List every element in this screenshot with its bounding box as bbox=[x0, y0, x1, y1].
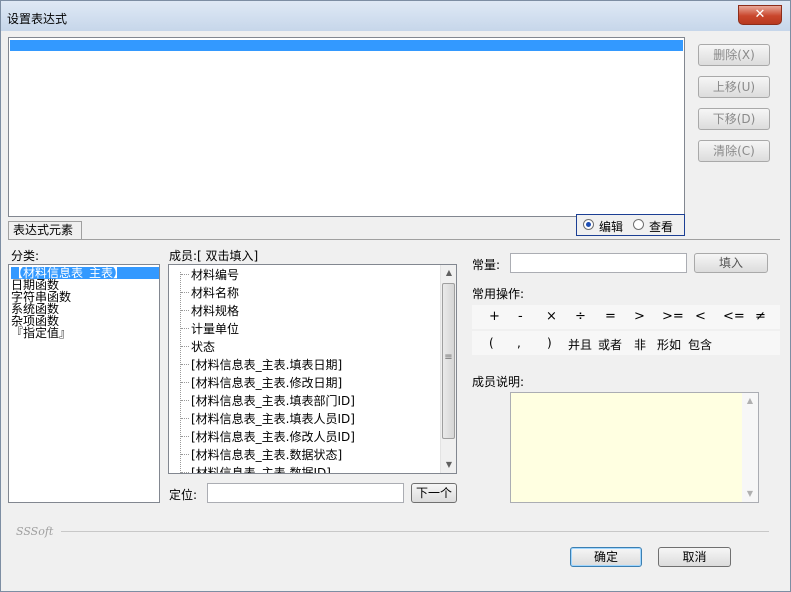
tree-connector bbox=[181, 346, 189, 347]
tree-connector bbox=[181, 328, 189, 329]
clear-button[interactable]: 清除(C) bbox=[698, 140, 770, 162]
title-bar[interactable]: 设置表达式 ✕ bbox=[1, 1, 790, 31]
op-not-equal[interactable]: ≠ bbox=[755, 309, 766, 324]
op-greater[interactable]: > bbox=[634, 309, 645, 324]
mode-group: 编辑 查看 bbox=[576, 214, 685, 236]
tree-connector bbox=[181, 418, 189, 419]
delete-button[interactable]: 删除(X) bbox=[698, 44, 770, 66]
constant-label: 常量: bbox=[472, 258, 501, 272]
scroll-thumb[interactable]: ≡ bbox=[442, 283, 455, 439]
member-item[interactable]: [材料信息表_主表.数据状态] bbox=[191, 446, 342, 463]
member-item[interactable]: [材料信息表_主表.数据ID] bbox=[191, 464, 331, 473]
edit-radio[interactable] bbox=[583, 219, 594, 230]
op-left-paren[interactable]: ( bbox=[489, 336, 494, 350]
op-like[interactable]: 形如 bbox=[657, 336, 681, 353]
op-not[interactable]: 非 bbox=[634, 336, 646, 353]
member-item[interactable]: [材料信息表_主表.填表人员ID] bbox=[191, 410, 355, 427]
description-scrollbar[interactable]: ▲ ▼ bbox=[742, 393, 758, 502]
op-minus[interactable]: - bbox=[518, 309, 523, 324]
member-scrollbar[interactable]: ▲ ≡ ▼ bbox=[440, 265, 456, 473]
tree-connector bbox=[181, 472, 189, 473]
category-list[interactable]: 【材料信息表_主表】 日期函数 字符串函数 系统函数 杂项函数 『指定值』 bbox=[8, 264, 160, 503]
tree-connector bbox=[181, 454, 189, 455]
scroll-down-icon[interactable]: ▼ bbox=[441, 457, 456, 473]
close-button[interactable]: ✕ bbox=[738, 5, 782, 25]
operators-row-2: ( , ) 并且 或者 非 形如 包含 bbox=[472, 331, 780, 355]
op-less[interactable]: < bbox=[695, 309, 706, 324]
operators-row-1: + - × ÷ = > >= < <= ≠ bbox=[472, 305, 780, 329]
expression-selected-line[interactable] bbox=[10, 40, 683, 51]
tree-connector bbox=[181, 382, 189, 383]
member-item[interactable]: 状态 bbox=[191, 338, 215, 355]
operations-label: 常用操作: bbox=[472, 287, 525, 301]
next-button[interactable]: 下一个 bbox=[411, 483, 457, 503]
brand-label: SSSoft bbox=[16, 525, 54, 538]
move-up-button[interactable]: 上移(U) bbox=[698, 76, 770, 98]
tab-divider bbox=[8, 239, 780, 240]
op-equal[interactable]: = bbox=[605, 309, 616, 324]
scroll-down-icon[interactable]: ▼ bbox=[742, 486, 758, 502]
ok-button[interactable]: 确定 bbox=[570, 547, 642, 567]
move-down-button[interactable]: 下移(D) bbox=[698, 108, 770, 130]
fill-button[interactable]: 填入 bbox=[694, 253, 768, 273]
op-less-equal[interactable]: <= bbox=[723, 309, 745, 324]
expression-editor[interactable] bbox=[8, 37, 685, 217]
grip-icon: ≡ bbox=[444, 352, 453, 363]
tree-connector bbox=[181, 274, 189, 275]
op-right-paren[interactable]: ) bbox=[547, 336, 552, 350]
expression-dialog: 设置表达式 ✕ 删除(X) 上移(U) 下移(D) 清除(C) 编辑 查看 表达… bbox=[0, 0, 791, 592]
category-item[interactable]: 『指定值』 bbox=[11, 327, 71, 339]
member-item[interactable]: 材料规格 bbox=[191, 302, 239, 319]
op-comma[interactable]: , bbox=[517, 336, 521, 350]
scroll-up-icon[interactable]: ▲ bbox=[441, 265, 456, 281]
locate-input[interactable] bbox=[207, 483, 404, 503]
op-divide[interactable]: ÷ bbox=[575, 309, 586, 324]
op-contains[interactable]: 包含 bbox=[688, 336, 712, 353]
view-radio-label[interactable]: 查看 bbox=[649, 218, 673, 235]
op-or[interactable]: 或者 bbox=[598, 336, 622, 353]
tree-connector bbox=[181, 292, 189, 293]
tree-connector bbox=[181, 436, 189, 437]
op-greater-equal[interactable]: >= bbox=[662, 309, 684, 324]
op-multiply[interactable]: × bbox=[546, 309, 557, 324]
edit-radio-label[interactable]: 编辑 bbox=[599, 218, 623, 235]
member-item[interactable]: [材料信息表_主表.填表日期] bbox=[191, 356, 342, 373]
tree-guide-line bbox=[180, 272, 182, 473]
member-item[interactable]: 材料编号 bbox=[191, 266, 239, 283]
scroll-up-icon[interactable]: ▲ bbox=[742, 393, 758, 409]
member-label: 成员:[ 双击填入] bbox=[169, 249, 259, 263]
member-item[interactable]: 材料名称 bbox=[191, 284, 239, 301]
tree-connector bbox=[181, 364, 189, 365]
window-title: 设置表达式 bbox=[7, 12, 68, 26]
category-label: 分类: bbox=[11, 249, 40, 263]
member-item[interactable]: 计量单位 bbox=[191, 320, 239, 337]
member-item[interactable]: [材料信息表_主表.修改人员ID] bbox=[191, 428, 355, 445]
locate-label: 定位: bbox=[169, 488, 198, 502]
tree-connector bbox=[181, 400, 189, 401]
footer-separator bbox=[61, 531, 769, 532]
member-tree[interactable]: 材料编号 材料名称 材料规格 计量单位 状态 [材料信息表_主表.填表日期] [… bbox=[168, 264, 457, 474]
constant-input[interactable] bbox=[510, 253, 687, 273]
member-description-label: 成员说明: bbox=[472, 375, 525, 389]
tree-connector bbox=[181, 310, 189, 311]
tab-expression-elements[interactable]: 表达式元素 bbox=[8, 221, 82, 239]
member-item[interactable]: [材料信息表_主表.填表部门ID] bbox=[191, 392, 355, 409]
op-plus[interactable]: + bbox=[489, 309, 500, 324]
op-and[interactable]: 并且 bbox=[568, 336, 592, 353]
view-radio[interactable] bbox=[633, 219, 644, 230]
member-description-box[interactable]: ▲ ▼ bbox=[510, 392, 759, 503]
cancel-button[interactable]: 取消 bbox=[658, 547, 731, 567]
member-item[interactable]: [材料信息表_主表.修改日期] bbox=[191, 374, 342, 391]
